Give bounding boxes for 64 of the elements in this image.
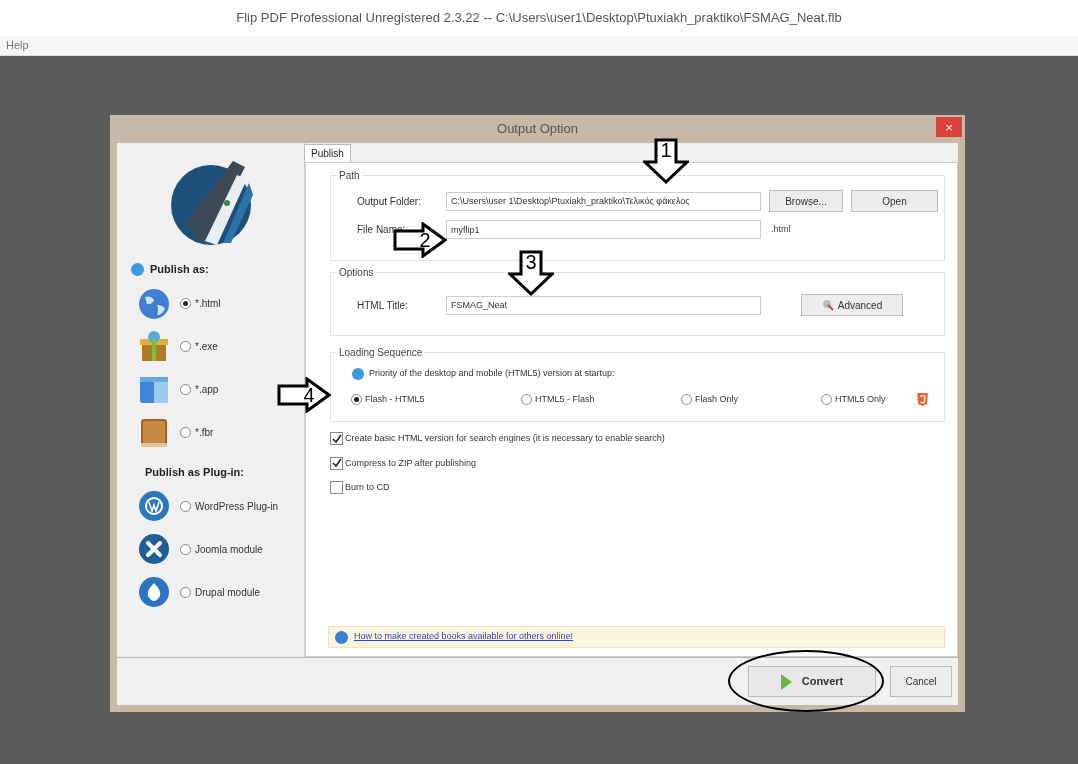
radio-button[interactable]: [821, 393, 832, 405]
checkbox-label: Create basic HTML version for search engines (it is necessary to enable search): [345, 432, 665, 445]
callout-arrow: 4: [277, 377, 331, 413]
radio-button[interactable]: [180, 341, 191, 352]
convert-button[interactable]: Convert: [748, 666, 876, 697]
radio-label: Flash Only: [695, 392, 738, 406]
window-title: Flip PDF Professional Unregistered 2.3.22 -- C:\Users\user1\Desktop\Ptuxiakh_praktiko\FSMAG_Neat.flb: [236, 9, 842, 28]
radio-button[interactable]: [180, 427, 191, 438]
text-field[interactable]: FSMAG_Neat: [446, 295, 761, 315]
close-button[interactable]: ×: [936, 117, 962, 137]
field-label: Output Folder:: [357, 194, 422, 209]
play-icon: [780, 673, 792, 690]
radio-button[interactable]: [351, 393, 362, 405]
text-field[interactable]: myflip1: [446, 220, 761, 239]
plugin-logo-icon: [137, 489, 171, 523]
tool-icon: [821, 299, 834, 311]
shield-icon: [917, 392, 928, 406]
radio-button[interactable]: [681, 393, 692, 405]
radio-button[interactable]: [521, 393, 532, 405]
field-label: HTML Title:: [357, 298, 409, 313]
file-extension: .html: [771, 222, 791, 236]
group-label: Options: [337, 265, 376, 280]
radio-label: *.html: [195, 297, 221, 311]
radio-label: Flash - HTML5: [365, 392, 425, 406]
callout-arrow: 3: [508, 250, 554, 296]
radio-button[interactable]: [180, 586, 191, 598]
text-field[interactable]: C:\Users\user 1\Desktop\Ptuxiakh_praktiko\Τελικός φάκελος: [446, 191, 761, 211]
radio-button[interactable]: [180, 543, 191, 555]
checkbox[interactable]: [330, 432, 343, 446]
help-icon: [335, 630, 348, 644]
radio-label: WordPress Plug-in: [195, 499, 279, 514]
browse-button[interactable]: Browse...: [769, 190, 843, 212]
radio-label: Joomla module: [195, 542, 263, 557]
radio-label: *.exe: [195, 340, 218, 354]
tab[interactable]: Publish: [304, 144, 351, 162]
callout-arrow: 1: [643, 138, 689, 184]
checkbox-label: Compress to ZIP after publishing: [345, 456, 476, 470]
radio-label: *.fbr: [195, 426, 214, 440]
info-icon: [352, 367, 364, 380]
plugin-logo-icon: [137, 532, 171, 566]
checkbox-label: Burn to CD: [345, 481, 390, 494]
radio-label: Drupal module: [195, 585, 261, 600]
plugin-logo-icon: [137, 575, 171, 609]
radio-label: HTML5 Only: [835, 392, 886, 406]
radio-button[interactable]: [180, 500, 191, 512]
checkbox[interactable]: [330, 456, 343, 470]
checkbox[interactable]: [330, 481, 343, 495]
section-heading: Publish as Plug-in:: [145, 464, 244, 480]
help-link[interactable]: How to make created books available for others online!: [354, 630, 574, 644]
radio-label: HTML5 - Flash: [535, 392, 595, 406]
cancel-button[interactable]: Cancel: [890, 666, 952, 697]
info-text: Priority of the desktop and mobile (HTML5) version at startup:: [369, 367, 615, 380]
gift-box-icon: [137, 329, 171, 364]
section-heading: Publish as:: [150, 262, 209, 277]
info-icon: [131, 262, 144, 276]
dialog-title: Output Option: [497, 120, 578, 139]
open-button[interactable]: Open: [851, 190, 938, 212]
radio-button[interactable]: [180, 298, 191, 309]
radio-button[interactable]: [180, 384, 191, 395]
menu-item[interactable]: Help: [6, 37, 29, 54]
group-label: Loading Sequence: [337, 345, 425, 360]
globe-icon: [137, 286, 171, 321]
advanced-button[interactable]: Advanced: [801, 294, 903, 316]
radio-label: *.app: [195, 383, 219, 397]
